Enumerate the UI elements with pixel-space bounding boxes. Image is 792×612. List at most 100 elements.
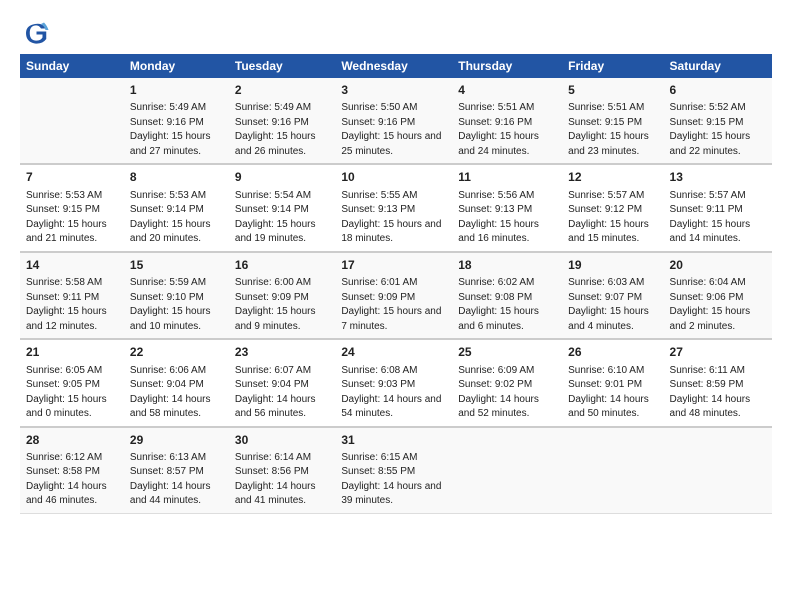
sunrise: Sunrise: 6:12 AM [26, 452, 102, 463]
calendar-cell [562, 427, 663, 514]
day-number: 12 [568, 169, 657, 186]
sunrise: Sunrise: 5:59 AM [130, 277, 206, 288]
sunset: Sunset: 9:13 PM [341, 204, 415, 215]
sunrise: Sunrise: 6:11 AM [670, 365, 745, 376]
day-number: 6 [670, 82, 766, 99]
sunrise: Sunrise: 6:04 AM [670, 277, 746, 288]
day-number: 24 [341, 344, 446, 361]
calendar-cell: 27 Sunrise: 6:11 AM Sunset: 8:59 PM Dayligh… [664, 339, 772, 426]
calendar-table: SundayMondayTuesdayWednesdayThursdayFrid… [20, 54, 772, 514]
calendar-cell: 25Sunrise: 6:09 AMSunset: 9:02 PMDayligh… [452, 339, 562, 426]
sunrise: Sunrise: 6:08 AM [341, 365, 417, 376]
daylight: Daylight: 14 hours and 48 minutes. [670, 394, 751, 420]
sunset: Sunset: 9:03 PM [341, 379, 415, 390]
day-number: 29 [130, 432, 223, 449]
sunset: Sunset: 9:09 PM [341, 292, 415, 303]
header-cell-wednesday: Wednesday [335, 54, 452, 78]
daylight: Daylight: 14 hours and 46 minutes. [26, 481, 107, 507]
sunset: Sunset: 9:15 PM [26, 204, 100, 215]
sunrise: Sunrise: 5:52 AM [670, 102, 746, 113]
day-number: 19 [568, 257, 657, 274]
calendar-cell: 24 Sunrise: 6:08 AM Sunset: 9:03 PM Dayligh… [335, 339, 452, 426]
daylight: Daylight: 14 hours and 39 minutes. [341, 481, 441, 507]
daylight: Daylight: 14 hours and 50 minutes. [568, 394, 649, 420]
day-number: 16 [235, 257, 329, 274]
daylight: Daylight: 15 hours and 22 minutes. [670, 131, 751, 157]
day-number: 26 [568, 344, 657, 361]
calendar-cell: 30Sunrise: 6:14 AMSunset: 8:56 PMDayligh… [229, 427, 335, 514]
sunset: Sunset: 8:56 PM [235, 466, 309, 477]
calendar-cell: 6Sunrise: 5:52 AMSunset: 9:15 PMDaylight… [664, 78, 772, 164]
sunrise: Sunrise: 6:15 AM [341, 452, 417, 463]
week-row-1: 1Sunrise: 5:49 AMSunset: 9:16 PMDaylight… [20, 78, 772, 164]
day-number: 27 [670, 344, 766, 361]
header-row: SundayMondayTuesdayWednesdayThursdayFrid… [20, 54, 772, 78]
sunset: Sunset: 9:16 PM [458, 117, 532, 128]
daylight: Daylight: 15 hours and 4 minutes. [568, 306, 649, 332]
sunrise: Sunrise: 5:54 AM [235, 190, 311, 201]
sunset: Sunset: 8:55 PM [341, 466, 415, 477]
calendar-cell [20, 78, 124, 164]
calendar-cell: 1Sunrise: 5:49 AMSunset: 9:16 PMDaylight… [124, 78, 229, 164]
daylight: Daylight: 14 hours and 56 minutes. [235, 394, 316, 420]
daylight: Daylight: 15 hours and 0 minutes. [26, 394, 107, 420]
sunset: Sunset: 9:13 PM [458, 204, 532, 215]
calendar-cell: 13Sunrise: 5:57 AMSunset: 9:11 PMDayligh… [664, 164, 772, 251]
sunrise: Sunrise: 5:51 AM [568, 102, 644, 113]
sunrise: Sunrise: 6:00 AM [235, 277, 311, 288]
sunrise: Sunrise: 5:57 AM [670, 190, 746, 201]
day-number: 1 [130, 82, 223, 99]
sunset: Sunset: 9:11 PM [26, 292, 99, 303]
sunset: Sunset: 9:04 PM [235, 379, 309, 390]
week-row-3: 14 Sunrise: 5:58 AM Sunset: 9:11 PM Dayligh… [20, 252, 772, 339]
sunset: Sunset: 9:16 PM [341, 117, 415, 128]
daylight: Daylight: 14 hours and 44 minutes. [130, 481, 211, 507]
calendar-cell: 16Sunrise: 6:00 AMSunset: 9:09 PMDayligh… [229, 252, 335, 339]
daylight: Daylight: 15 hours and 26 minutes. [235, 131, 316, 157]
sunset: Sunset: 9:08 PM [458, 292, 532, 303]
day-number: 30 [235, 432, 329, 449]
sunset: Sunset: 8:58 PM [26, 466, 100, 477]
calendar-cell: 12Sunrise: 5:57 AMSunset: 9:12 PMDayligh… [562, 164, 663, 251]
calendar-cell [452, 427, 562, 514]
header [20, 18, 772, 48]
calendar-cell: 22Sunrise: 6:06 AMSunset: 9:04 PMDayligh… [124, 339, 229, 426]
sunrise: Sunrise: 6:03 AM [568, 277, 644, 288]
calendar-cell: 5 Sunrise: 5:51 AM Sunset: 9:15 PM Daylight… [562, 78, 663, 164]
sunset: Sunset: 9:15 PM [568, 117, 642, 128]
daylight: Daylight: 15 hours and 19 minutes. [235, 219, 316, 245]
calendar-cell: 3Sunrise: 5:50 AMSunset: 9:16 PMDaylight… [335, 78, 452, 164]
day-number: 5 [568, 82, 657, 99]
daylight: Daylight: 14 hours and 54 minutes. [341, 394, 441, 420]
sunrise: Sunrise: 5:57 AM [568, 190, 644, 201]
calendar-cell: 11Sunrise: 5:56 AMSunset: 9:13 PMDayligh… [452, 164, 562, 251]
sunrise: Sunrise: 5:58 AM [26, 277, 102, 288]
calendar-cell: 10Sunrise: 5:55 AMSunset: 9:13 PMDayligh… [335, 164, 452, 251]
week-row-5: 28Sunrise: 6:12 AMSunset: 8:58 PMDayligh… [20, 427, 772, 514]
day-number: 15 [130, 257, 223, 274]
daylight: Daylight: 15 hours and 23 minutes. [568, 131, 649, 157]
sunrise: Sunrise: 6:02 AM [458, 277, 534, 288]
day-number: 11 [458, 169, 556, 186]
sunset: Sunset: 8:59 PM [670, 379, 744, 390]
daylight: Daylight: 15 hours and 18 minutes. [341, 219, 441, 245]
daylight: Daylight: 15 hours and 9 minutes. [235, 306, 316, 332]
day-number: 10 [341, 169, 446, 186]
day-number: 2 [235, 82, 329, 99]
day-number: 13 [670, 169, 766, 186]
calendar-cell: 21Sunrise: 6:05 AMSunset: 9:05 PMDayligh… [20, 339, 124, 426]
calendar-cell: 15Sunrise: 5:59 AMSunset: 9:10 PMDayligh… [124, 252, 229, 339]
calendar-cell: 2Sunrise: 5:49 AMSunset: 9:16 PMDaylight… [229, 78, 335, 164]
week-row-2: 7Sunrise: 5:53 AMSunset: 9:15 PMDaylight… [20, 164, 772, 251]
day-number: 20 [670, 257, 766, 274]
sunrise: Sunrise: 6:14 AM [235, 452, 311, 463]
daylight: Daylight: 15 hours and 25 minutes. [341, 131, 441, 157]
daylight: Daylight: 15 hours and 14 minutes. [670, 219, 751, 245]
daylight: Daylight: 15 hours and 16 minutes. [458, 219, 539, 245]
calendar-cell: 4Sunrise: 5:51 AMSunset: 9:16 PMDaylight… [452, 78, 562, 164]
calendar-cell: 26Sunrise: 6:10 AMSunset: 9:01 PMDayligh… [562, 339, 663, 426]
day-number: 14 [26, 257, 118, 274]
week-row-4: 21Sunrise: 6:05 AMSunset: 9:05 PMDayligh… [20, 339, 772, 426]
sunset: Sunset: 9:16 PM [130, 117, 204, 128]
sunrise: Sunrise: 6:10 AM [568, 365, 644, 376]
